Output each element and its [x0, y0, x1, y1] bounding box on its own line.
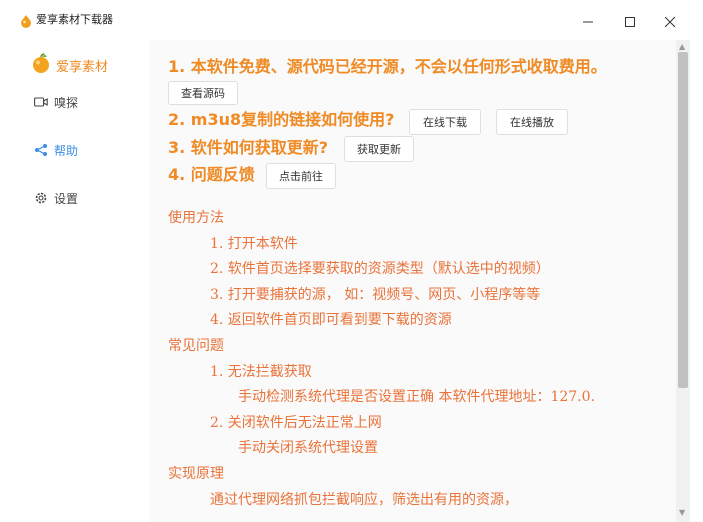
- window-title: 爱享素材下载器: [36, 13, 113, 26]
- question-4: 4. 问题反馈: [168, 165, 255, 184]
- online-play-button[interactable]: 在线播放: [496, 109, 568, 135]
- question-2: 2. m3u8复制的链接如何使用?: [168, 110, 395, 129]
- faq-question: 1. 无法拦截获取: [210, 363, 312, 380]
- brand-name: 爱享素材: [56, 59, 109, 75]
- usage-step: 4. 返回软件首页即可看到要下载的资源: [210, 312, 452, 329]
- scroll-up-arrow-icon[interactable]: ▲: [679, 42, 685, 51]
- faq-answer: 手动关闭系统代理设置: [238, 440, 378, 457]
- title-bar[interactable]: 爱享素材下载器: [0, 0, 703, 40]
- video-camera-icon: [33, 94, 49, 110]
- go-feedback-button[interactable]: 点击前往: [266, 163, 336, 189]
- usage-step: 2. 软件首页选择要获取的资源类型（默认选中的视频）: [210, 261, 550, 278]
- close-button[interactable]: [655, 8, 685, 34]
- usage-step: 1. 打开本软件: [210, 235, 298, 252]
- usage-step: 3. 打开要捕获的源， 如：视频号、网页、小程序等等: [210, 286, 541, 303]
- minimize-button[interactable]: [573, 8, 603, 34]
- sidebar: 爱享素材 嗅探 帮助 设置: [0, 40, 150, 522]
- share-icon: [33, 142, 49, 158]
- close-icon: [664, 12, 676, 31]
- usage-title: 使用方法: [168, 210, 224, 226]
- scroll-down-arrow-icon[interactable]: ▼: [679, 508, 685, 517]
- app-window: 爱享素材下载器 爱享素材 嗅探 帮助 设置 1. 本软件免费、源代码已经开源，不…: [0, 0, 703, 522]
- orange-logo-icon: [30, 52, 52, 78]
- question-3: 3. 软件如何获取更新?: [168, 138, 329, 157]
- orange-drop-icon: [19, 13, 33, 28]
- question-1: 1. 本软件免费、源代码已经开源，不会以任何形式收取费用。: [168, 57, 607, 76]
- minimize-icon: [583, 12, 593, 31]
- maximize-icon: [625, 12, 635, 31]
- faq-answer: 手动检测系统代理是否设置正确 本软件代理地址：127.0.: [238, 389, 595, 406]
- brand: 爱享素材: [30, 52, 108, 78]
- sidebar-item-help[interactable]: 帮助: [33, 140, 78, 160]
- get-update-button[interactable]: 获取更新: [344, 136, 414, 162]
- sidebar-item-label: 设置: [54, 191, 79, 206]
- sidebar-item-settings[interactable]: 设置: [33, 188, 78, 208]
- sidebar-item-sniff[interactable]: 嗅探: [33, 92, 78, 112]
- online-download-button[interactable]: 在线下载: [409, 109, 481, 135]
- scrollbar-thumb[interactable]: [678, 52, 688, 388]
- sidebar-item-label: 嗅探: [54, 95, 79, 110]
- maximize-button[interactable]: [615, 8, 645, 34]
- vertical-scrollbar[interactable]: ▲ ▼: [676, 40, 690, 522]
- principle-title: 实现原理: [168, 465, 224, 482]
- faq-question: 2. 关闭软件后无法正常上网: [210, 414, 382, 431]
- gear-icon: [33, 190, 49, 206]
- principle-text: 通过代理网络抓包拦截响应，筛选出有用的资源，: [210, 491, 518, 508]
- sidebar-item-label: 帮助: [54, 143, 79, 158]
- faq-title: 常见问题: [168, 337, 224, 354]
- view-source-button[interactable]: 查看源码: [168, 81, 238, 105]
- help-content: 1. 本软件免费、源代码已经开源，不会以任何形式收取费用。 查看源码 2. m3…: [150, 40, 676, 522]
- usage-guide: 使用方法 1. 打开本软件 2. 软件首页选择要获取的资源类型（默认选中的视频）…: [168, 206, 676, 513]
